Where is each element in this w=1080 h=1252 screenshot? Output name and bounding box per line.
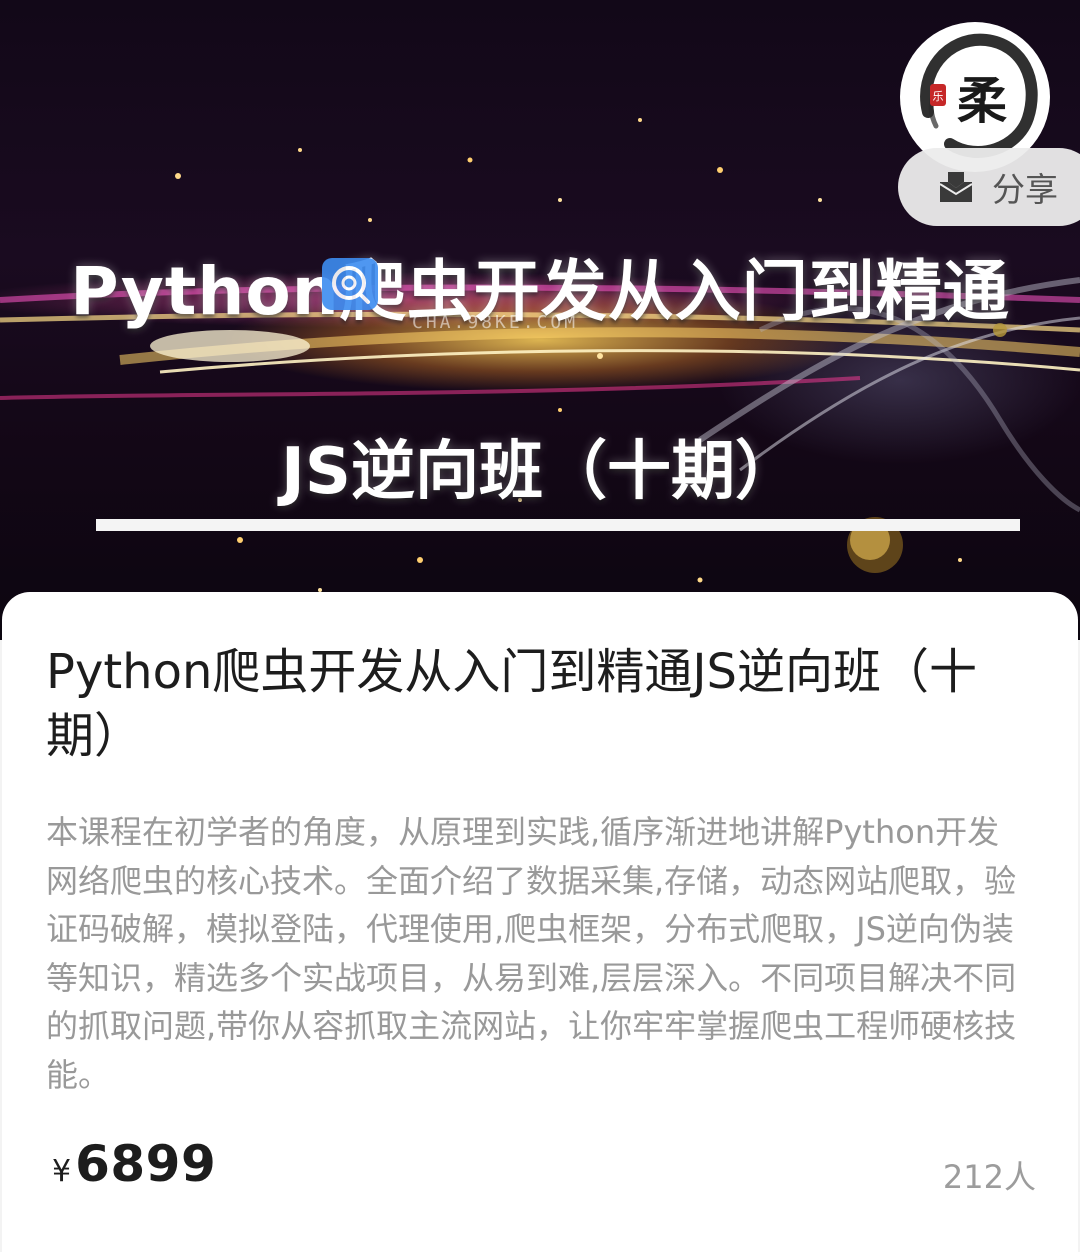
course-detail-page: Python爬虫开发从入门到精通 JS逆向班（十期） CHA.98KE.COM … [0,0,1080,1252]
course-description: 本课程在初学者的角度，从原理到实践,循序渐进地讲解Python开发网络爬虫的核心… [46,813,1017,1094]
seal-character: 柔 [957,71,1007,130]
seal-stamp-text: 乐 [933,90,944,103]
share-button[interactable]: 分享 [898,148,1080,226]
price-value: 6899 [75,1135,217,1193]
course-title: Python爬虫开发从入门到精通JS逆向班（十期） [46,644,978,764]
watermark-logo-icon [322,258,378,310]
magnifier-icon [332,266,370,304]
course-price: ¥ 6899 [52,1135,216,1193]
enrolled-count: 212人 [942,1158,1036,1196]
share-label: 分享 [992,170,1058,209]
currency-symbol: ¥ [52,1154,72,1189]
banner-title-line2: JS逆向班（十期） [281,435,799,509]
share-envelope-icon [939,172,973,202]
banner-divider [96,519,1020,531]
watermark-text: CHA.98KE.COM [412,312,579,333]
course-banner: Python爬虫开发从入门到精通 JS逆向班（十期） CHA.98KE.COM … [0,0,1080,640]
